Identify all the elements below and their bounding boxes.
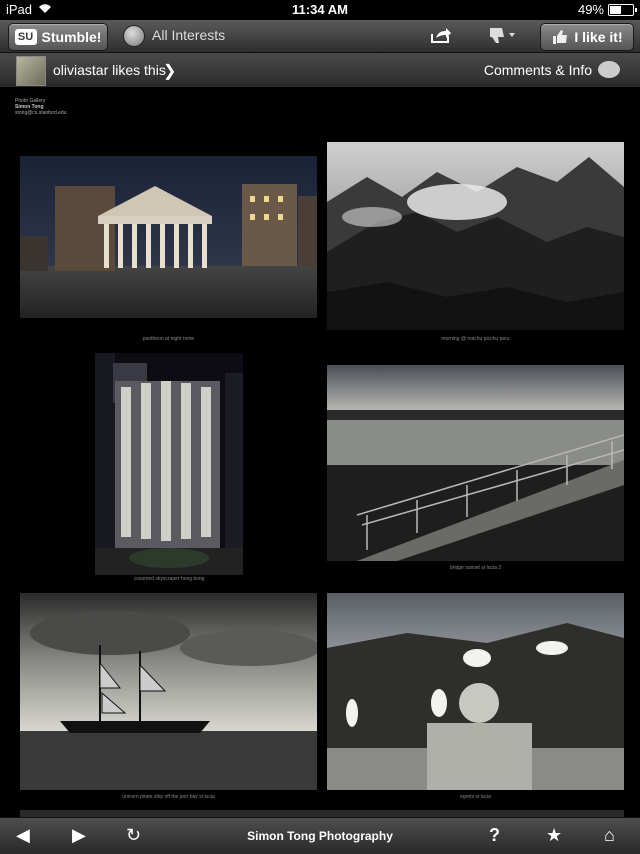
like-button[interactable]: I like it! [540,23,634,51]
battery-icon [608,3,637,16]
comments-info-link[interactable]: Comments & Info [484,62,592,78]
star-icon[interactable]: ★ [546,826,562,844]
stumble-button-label: Stumble! [41,29,102,45]
thumbs-up-icon [553,30,568,44]
likes-bar[interactable]: oliviastar likes this ❯ Comments & Info [0,53,640,88]
globe-icon[interactable] [123,25,145,47]
interests-selector[interactable]: All Interests [152,27,225,43]
web-content: Photo Gallery Simon Tong stong@cs.stanfo… [0,88,640,817]
chevron-right-icon[interactable]: ❯ [163,61,176,81]
photo-egrets[interactable] [327,593,624,790]
caption-skyscraper: cosumed skyscraper hong kong [133,576,205,582]
likes-text[interactable]: oliviastar likes this [53,62,166,78]
home-icon[interactable]: ⌂ [604,826,615,844]
caption-pantheon: pantheon at night rome [142,336,195,342]
stumble-button[interactable]: SU Stumble! [8,23,108,51]
stumbleupon-logo-icon: SU [14,29,37,45]
caption-bridge-sunset: bridge sunset st lucia 2 [449,565,502,571]
caption-machu-picchu: morning @ machu picchu peru [441,336,510,342]
photo-machu-picchu[interactable] [327,142,624,330]
bottom-toolbar: ◀ ▶ ↻ Simon Tong Photography ? ★ ⌂ [0,817,640,854]
top-toolbar: SU Stumble! All Interests I like it! [0,20,640,53]
photo-skyscraper[interactable] [95,353,243,575]
thumbs-down-icon[interactable] [487,25,521,45]
like-button-label: I like it! [574,29,623,45]
help-icon[interactable]: ? [489,826,500,844]
gallery-email[interactable]: stong@cs.stanford.edu [15,110,67,116]
caption-egrets: egrets st lucia [460,794,491,800]
caption-pirate-ship: unicorn pirate ship off the port bay st … [122,794,215,800]
clock: 11:34 AM [292,2,348,17]
gallery-header: Photo Gallery Simon Tong stong@cs.stanfo… [15,98,67,116]
speech-bubble-icon[interactable] [598,61,620,78]
next-row-strip [20,810,624,817]
page-title: Simon Tong Photography [247,829,393,843]
share-icon[interactable] [430,26,452,44]
photo-pirate-ship[interactable] [20,593,317,790]
avatar[interactable] [16,56,46,86]
battery-percent: 49% [577,2,604,17]
photo-pantheon[interactable] [20,156,317,318]
status-bar: iPad 11:34 AM 49% [0,0,640,20]
photo-bridge-sunset[interactable] [327,365,624,561]
